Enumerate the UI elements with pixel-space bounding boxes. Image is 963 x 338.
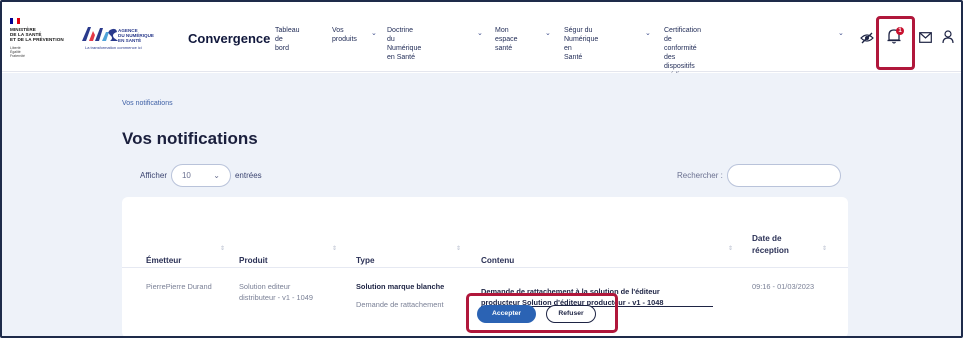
page-size-value: 10 <box>181 171 191 180</box>
actions-highlight-box <box>466 293 618 333</box>
eye-slash-icon[interactable] <box>860 32 874 44</box>
nav-item-dashboard[interactable]: Tableau de bord <box>275 26 300 53</box>
search-label: Rechercher : <box>677 171 723 180</box>
ans-tagline: La transformation commence ici <box>85 45 142 50</box>
column-header-type[interactable]: Type <box>356 255 375 267</box>
chevron-down-icon: ⌄ <box>213 171 220 180</box>
ans-logo[interactable]: AGENCE DU NUMÉRIQUE EN SANTÉ La transfor… <box>82 26 174 50</box>
nav-item-products[interactable]: Vos produits <box>332 26 357 44</box>
nav-item-doctrine[interactable]: Doctrine du Numérique en Santé <box>387 26 421 62</box>
user-icon[interactable] <box>942 30 954 44</box>
chevron-down-icon[interactable]: ⌄ <box>645 29 651 37</box>
french-flag-icon <box>10 18 20 24</box>
chevron-down-icon[interactable]: ⌄ <box>477 29 483 37</box>
app-brand[interactable]: Convergence <box>188 31 270 46</box>
nav-item-my-health-space[interactable]: Mon espace santé <box>495 26 518 53</box>
column-header-date[interactable]: Date de réception <box>752 233 789 257</box>
sort-icon[interactable]: ⇕ <box>220 245 225 252</box>
nav-item-segur[interactable]: Ségur du Numérique en Santé <box>564 26 598 62</box>
page-size-select[interactable]: 10 ⌄ <box>170 164 231 187</box>
page-size-control: Afficher 10 ⌄ entrées <box>140 164 262 187</box>
column-header-product[interactable]: Produit <box>239 255 268 267</box>
ministry-line-3: ET DE LA PRÉVENTION <box>10 37 64 42</box>
chevron-down-icon[interactable]: ⌄ <box>371 29 377 37</box>
sort-icon[interactable]: ⇕ <box>728 245 733 252</box>
breadcrumb[interactable]: Vos notifications <box>122 100 173 107</box>
cell-emitter: PierrePierre Durand <box>146 282 212 291</box>
cell-date: 09:16 - 01/03/2023 <box>752 282 815 291</box>
app-window: MINISTÈRE DE LA SANTÉ ET DE LA PRÉVENTIO… <box>0 0 963 338</box>
ministry-logo[interactable]: MINISTÈRE DE LA SANTÉ ET DE LA PRÉVENTIO… <box>10 18 66 58</box>
ans-name: AGENCE DU NUMÉRIQUE EN SANTÉ <box>118 28 154 43</box>
chevron-down-icon[interactable]: ⌄ <box>545 29 551 37</box>
show-label: Afficher <box>140 171 167 180</box>
sort-icon[interactable]: ⇕ <box>822 245 827 252</box>
entries-label: entrées <box>234 171 262 180</box>
column-header-content[interactable]: Contenu <box>481 255 514 267</box>
search-input[interactable] <box>726 164 841 187</box>
chevron-down-icon[interactable]: ⌄ <box>838 29 844 37</box>
top-header: MINISTÈRE DE LA SANTÉ ET DE LA PRÉVENTIO… <box>2 2 961 88</box>
cell-product: Solution editeur distributeur - v1 - 104… <box>239 282 313 302</box>
header-divider <box>122 267 848 268</box>
page-title: Vos notifications <box>122 129 258 148</box>
republic-motto: Liberté Égalité Fraternité <box>10 46 25 58</box>
ministry-name: MINISTÈRE DE LA SANTÉ ET DE LA PRÉVENTIO… <box>10 27 64 42</box>
cell-type-subtitle: Demande de rattachement <box>356 300 444 309</box>
sort-icon[interactable]: ⇕ <box>332 245 337 252</box>
ans-line-3: EN SANTÉ <box>118 38 142 43</box>
cell-type-title: Solution marque blanche <box>356 282 445 291</box>
ans-mark-icon <box>82 27 118 41</box>
bell-highlight-box <box>876 16 915 70</box>
column-header-emitter[interactable]: Émetteur <box>146 255 182 267</box>
sort-icon[interactable]: ⇕ <box>456 245 461 252</box>
search-control: Rechercher : <box>677 164 841 187</box>
mail-icon[interactable] <box>919 32 932 43</box>
